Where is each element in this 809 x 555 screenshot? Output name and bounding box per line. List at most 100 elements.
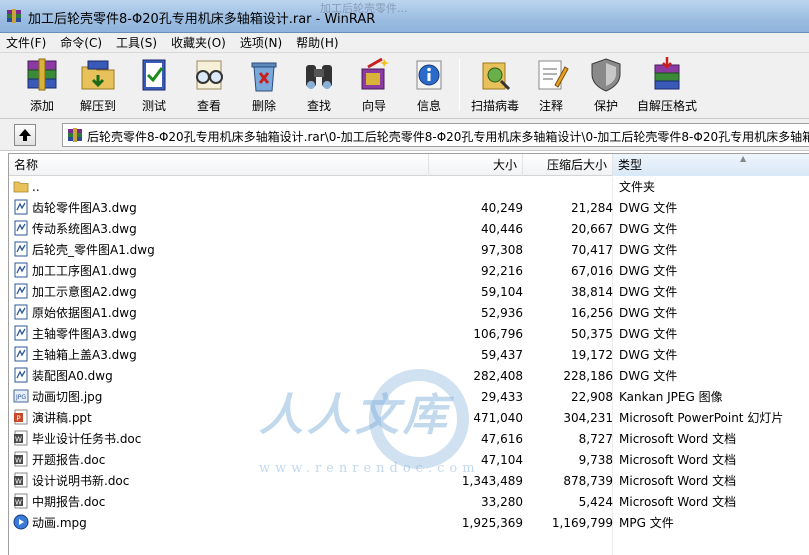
dwg-file-icon (13, 367, 29, 383)
list-header: 名称 大小 压缩后大小 类型 ▲ (9, 154, 809, 176)
file-type: DWG 文件 (619, 264, 678, 278)
view-button[interactable]: 查看 (183, 55, 235, 117)
file-name-cell: 动画.mpg (13, 513, 433, 534)
menu-file[interactable]: 文件(F) (6, 34, 46, 51)
add-button[interactable]: 添加 (16, 55, 68, 117)
column-header-type[interactable]: 类型 (613, 154, 809, 176)
file-packed-size: 22,908 (571, 390, 613, 404)
menu-favorites[interactable]: 收藏夹(O) (171, 34, 226, 51)
svg-text:P: P (16, 415, 20, 423)
file-packed-size: 878,739 (563, 474, 613, 488)
file-row[interactable]: W 毕业设计任务书.doc 47,616 8,727 Microsoft Word 文档 (9, 429, 809, 450)
wizard-wand-icon (361, 57, 389, 90)
menu-commands[interactable]: 命令(C) (60, 34, 102, 51)
file-row[interactable]: 齿轮零件图A3.dwg 40,249 21,284 DWG 文件 (9, 198, 809, 219)
column-header-packed[interactable]: 压缩后大小 (523, 154, 613, 176)
protect-button[interactable]: 保护 (580, 55, 632, 117)
file-row[interactable]: W 设计说明书新.doc 1,343,489 878,739 Microsoft Wor… (9, 471, 809, 492)
file-packed-size: 20,667 (571, 222, 613, 236)
dwg-file-icon (13, 220, 29, 236)
folder-icon (13, 178, 29, 194)
test-button[interactable]: 测试 (128, 55, 180, 117)
file-name: 装配图A0.dwg (32, 369, 113, 383)
file-type: DWG 文件 (619, 201, 678, 215)
svg-text:W: W (15, 499, 22, 507)
file-type: DWG 文件 (619, 348, 678, 362)
file-size: 52,936 (481, 306, 523, 320)
extract-to-label: 解压到 (79, 99, 116, 113)
file-type: Microsoft Word 文档 (619, 453, 737, 467)
menu-help[interactable]: 帮助(H) (296, 34, 338, 51)
file-row[interactable]: W 中期报告.doc 33,280 5,424 Microsoft Word 文档 (9, 492, 809, 513)
path-bar: 后轮壳零件8-Φ20孔专用机床多轴箱设计.rar\0-加工后轮壳零件8-Φ20孔… (0, 119, 809, 151)
file-type: DWG 文件 (619, 285, 678, 299)
path-text: 后轮壳零件8-Φ20孔专用机床多轴箱设计.rar\0-加工后轮壳零件8-Φ20孔… (87, 130, 809, 144)
file-name: 开题报告.doc (32, 453, 106, 467)
comment-icon (538, 60, 569, 90)
file-name: 主轴零件图A3.dwg (32, 327, 137, 341)
dwg-file-icon (13, 304, 29, 320)
file-row[interactable]: 动画.mpg 1,925,369 1,169,799 MPG 文件 (9, 513, 809, 534)
file-size: 59,104 (481, 285, 523, 299)
file-name: 毕业设计任务书.doc (32, 432, 142, 446)
file-name-cell: W 设计说明书新.doc (13, 471, 433, 492)
file-row[interactable]: 主轴零件图A3.dwg 106,796 50,375 DWG 文件 (9, 324, 809, 345)
file-name-cell: 主轴零件图A3.dwg (13, 324, 433, 345)
file-name-cell: P 演讲稿.ppt (13, 408, 433, 429)
file-name-cell: 加工示意图A2.dwg (13, 282, 433, 303)
file-row[interactable]: 主轴箱上盖A3.dwg 59,437 19,172 DWG 文件 (9, 345, 809, 366)
file-row[interactable]: P 演讲稿.ppt 471,040 304,231 Microsoft PowerPoi… (9, 408, 809, 429)
delete-button[interactable]: 删除 (238, 55, 290, 117)
title-bar[interactable]: 加工后轮壳零件8-Φ20孔专用机床多轴箱设计.rar - WinRAR 加工后轮… (0, 0, 809, 33)
file-row[interactable]: 传动系统图A3.dwg 40,446 20,667 DWG 文件 (9, 219, 809, 240)
background-window-ghost-text: 加工后轮壳零件... (320, 2, 408, 15)
comment-label: 注释 (538, 99, 563, 113)
file-row[interactable]: 后轮壳_零件图A1.dwg 97,308 70,417 DWG 文件 (9, 240, 809, 261)
file-name-cell: W 中期报告.doc (13, 492, 433, 513)
file-type: MPG 文件 (619, 516, 674, 530)
delete-label: 删除 (251, 99, 276, 113)
file-rows: .. 文件夹 齿轮零件图A3.dwg 40,249 21,284 DWG 文件传动系统图A… (9, 177, 809, 534)
path-field[interactable]: 后轮壳零件8-Φ20孔专用机床多轴箱设计.rar\0-加工后轮壳零件8-Φ20孔… (62, 123, 809, 147)
winrar-app-icon[interactable] (6, 8, 22, 24)
file-row[interactable]: 装配图A0.dwg 282,408 228,186 DWG 文件 (9, 366, 809, 387)
menu-tools[interactable]: 工具(S) (116, 34, 157, 51)
add-label: 添加 (29, 99, 54, 113)
file-size: 40,446 (481, 222, 523, 236)
wizard-label: 向导 (361, 99, 386, 113)
file-row[interactable]: 加工示意图A2.dwg 59,104 38,814 DWG 文件 (9, 282, 809, 303)
file-name-cell: 原始依据图A1.dwg (13, 303, 433, 324)
file-packed-size: 16,256 (571, 306, 613, 320)
find-button[interactable]: 查找 (293, 55, 345, 117)
sfx-button[interactable]: 自解压格式 (636, 55, 698, 117)
file-row[interactable]: 加工工序图A1.dwg 92,216 67,016 DWG 文件 (9, 261, 809, 282)
extract-to-button[interactable]: 解压到 (72, 55, 124, 117)
file-size: 471,040 (473, 411, 523, 425)
comment-button[interactable]: 注释 (525, 55, 577, 117)
column-header-size[interactable]: 大小 (429, 154, 523, 176)
file-name: 传动系统图A3.dwg (32, 222, 137, 236)
svg-text:W: W (15, 436, 22, 444)
wizard-button[interactable]: 向导 (348, 55, 400, 117)
file-type: Kankan JPEG 图像 (619, 390, 723, 404)
column-header-name[interactable]: 名称 (9, 154, 429, 176)
books-add-icon (27, 58, 57, 91)
sort-ascending-icon: ▲ (740, 154, 747, 163)
file-row[interactable]: 原始依据图A1.dwg 52,936 16,256 DWG 文件 (9, 303, 809, 324)
file-row[interactable]: JPG 动画切图.jpg 29,433 22,908 Kankan JPEG 图像 (9, 387, 809, 408)
file-packed-size: 1,169,799 (551, 516, 613, 530)
up-one-level-button[interactable] (14, 124, 36, 146)
file-name: 动画切图.jpg (32, 390, 103, 404)
file-size (429, 177, 523, 198)
binoculars-find-icon (306, 65, 332, 89)
file-size: 1,925,369 (461, 516, 523, 530)
archive-path-icon (68, 128, 82, 142)
file-size: 47,104 (481, 453, 523, 467)
file-row[interactable]: W 开题报告.doc 47,104 9,738 Microsoft Word 文档 (9, 450, 809, 471)
file-list: 名称 大小 压缩后大小 类型 ▲ .. 文件夹 齿轮零件图A3.dwg 40,249 2… (8, 153, 809, 555)
menu-options[interactable]: 选项(N) (240, 34, 282, 51)
info-button[interactable]: 信息 (403, 55, 455, 117)
virus-scan-button[interactable]: 扫描病毒 (468, 55, 522, 117)
file-row[interactable]: .. 文件夹 (9, 177, 809, 198)
file-packed-size: 38,814 (571, 285, 613, 299)
